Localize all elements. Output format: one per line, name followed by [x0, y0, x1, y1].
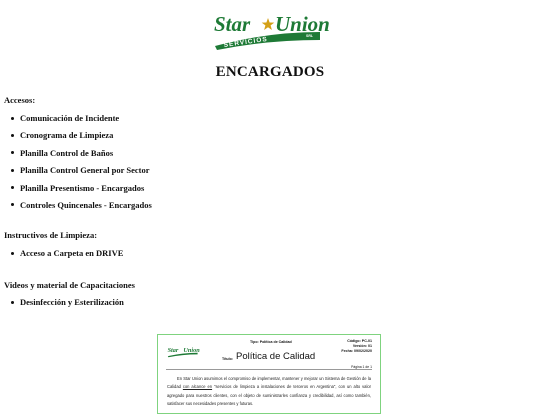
list-item: Desinfección y Esterilización [10, 296, 124, 313]
instructivos-list: Acceso a Carpeta en DRIVE [10, 247, 123, 264]
document-date: Fecha: 09/02/2020 [341, 348, 372, 353]
document-header: Star Union Tipo: Política de Calidad Cód… [158, 335, 380, 370]
page: { "brand": { "logo_text_1": "Star", "log… [0, 0, 540, 414]
document-body: En Star Union asumimos el compromiso de … [167, 375, 371, 409]
videos-list: Desinfección y Esterilización [10, 296, 124, 313]
doc-logo-union: Union [183, 347, 200, 354]
link-desinfeccion[interactable]: Desinfección y Esterilización [20, 297, 124, 307]
list-item: Controles Quincenales - Encargados [10, 199, 152, 216]
list-item: Cronograma de Limpieza [10, 129, 152, 146]
list-item: Comunicación de Incidente [10, 112, 152, 129]
accesos-list: Comunicación de Incidente Cronograma de … [10, 112, 152, 216]
policy-document-preview[interactable]: Star Union Tipo: Política de Calidad Cód… [157, 334, 381, 414]
section-title-instructivos: Instructivos de Limpieza: [4, 230, 98, 240]
document-divider [166, 369, 372, 370]
star-union-logo: Star Union SERVICIOS SRL [214, 12, 330, 50]
link-controles-quincenales[interactable]: Controles Quincenales - Encargados [20, 200, 152, 210]
document-type: Tipo: Política de Calidad [250, 340, 292, 344]
section-title-videos: Videos y material de Capacitaciones [4, 280, 135, 290]
link-cronograma-limpieza[interactable]: Cronograma de Limpieza [20, 130, 113, 140]
body-underlined: con alcance en [182, 384, 213, 390]
doc-logo-star: Star [168, 347, 179, 354]
logo-word-star: Star [214, 12, 251, 36]
list-item: Acceso a Carpeta en DRIVE [10, 247, 123, 264]
list-item: Planilla Presentismo - Encargados [10, 182, 152, 199]
list-item: Planilla Control de Baños [10, 147, 152, 164]
link-planilla-presentismo[interactable]: Planilla Presentismo - Encargados [20, 183, 144, 193]
document-title-label: Título: [222, 357, 233, 361]
link-planilla-general-sector[interactable]: Planilla Control General por Sector [20, 165, 150, 175]
page-title: ENCARGADOS [215, 64, 325, 80]
section-title-accesos: Accesos: [4, 95, 36, 105]
link-planilla-banos[interactable]: Planilla Control de Baños [20, 148, 113, 158]
document-title: Política de Calidad [236, 351, 316, 362]
star-icon [261, 18, 275, 30]
document-codes: Código: PC-01 Versión: 01 Fecha: 09/02/2… [341, 339, 372, 353]
list-item: Planilla Control General por Sector [10, 164, 152, 181]
link-carpeta-drive[interactable]: Acceso a Carpeta en DRIVE [20, 248, 123, 258]
link-comunicacion-incidente[interactable]: Comunicación de Incidente [20, 113, 119, 123]
logo-sub: SERVICIOS [223, 36, 268, 49]
logo-srl: SRL [306, 34, 314, 38]
document-logo: Star Union [168, 347, 200, 358]
